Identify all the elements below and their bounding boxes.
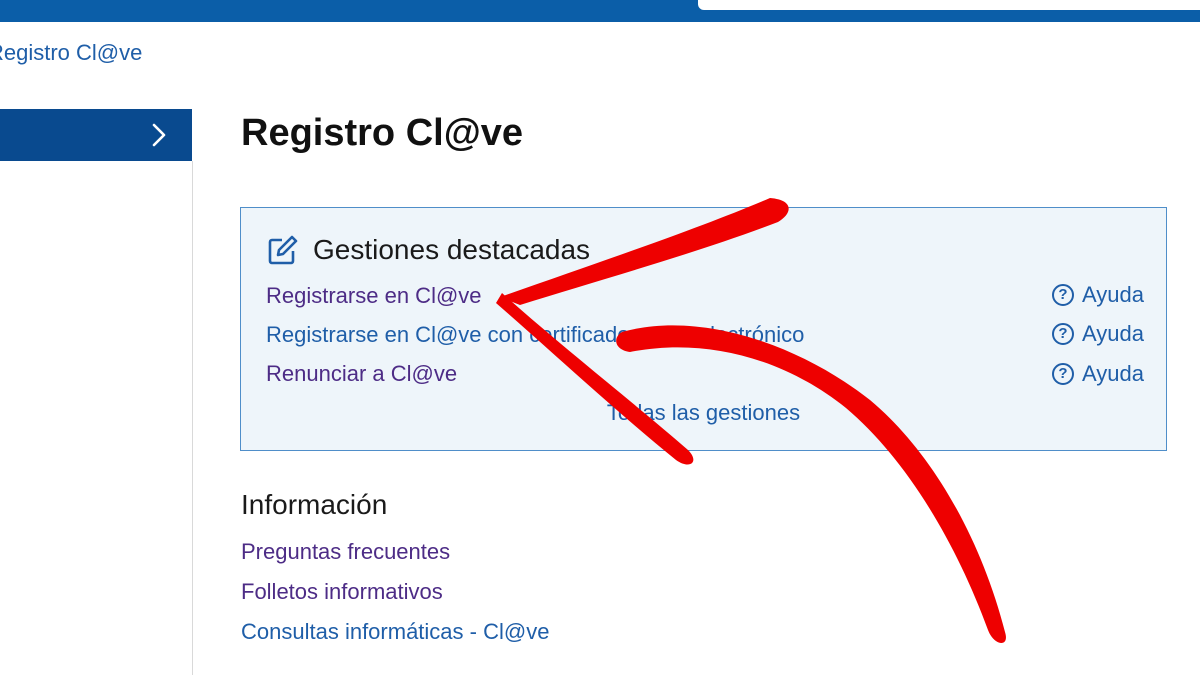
featured-procedures-box: Gestiones destacadas Registrarse en Cl@v… (240, 207, 1167, 451)
help-button-register[interactable]: ? Ayuda (1052, 282, 1144, 308)
register-clave-certificate-link[interactable]: Registrarse en Cl@ve con certificado o D… (266, 322, 804, 348)
help-button-renounce[interactable]: ? Ayuda (1052, 361, 1144, 387)
page-title: Registro Cl@ve (241, 112, 524, 154)
sidebar-divider (192, 161, 193, 675)
information-heading: Información (241, 489, 388, 520)
top-header-bar (0, 0, 1200, 22)
help-button-certificate[interactable]: ? Ayuda (1052, 321, 1144, 347)
help-icon: ? (1052, 284, 1075, 306)
header-search-area[interactable] (698, 0, 1200, 10)
sidebar-active-item[interactable] (0, 109, 192, 161)
faq-link[interactable]: Preguntas frecuentes (241, 539, 450, 565)
breadcrumb-current[interactable]: Registro Cl@ve (0, 40, 142, 66)
brochures-link[interactable]: Folletos informativos (241, 579, 443, 605)
edit-icon (268, 235, 298, 265)
help-icon: ? (1052, 323, 1075, 345)
featured-title: Gestiones destacadas (313, 234, 591, 265)
chevron-right-icon (152, 123, 166, 147)
all-procedures-link[interactable]: Todas las gestiones (241, 400, 1166, 426)
tech-support-link[interactable]: Consultas informáticas - Cl@ve (241, 619, 549, 645)
featured-header: Gestiones destacadas (267, 234, 590, 266)
register-clave-link[interactable]: Registrarse en Cl@ve (266, 283, 482, 309)
help-label: Ayuda (1082, 361, 1144, 386)
help-icon: ? (1052, 363, 1075, 385)
help-label: Ayuda (1082, 321, 1144, 346)
renounce-clave-link[interactable]: Renunciar a Cl@ve (266, 361, 457, 387)
help-label: Ayuda (1082, 282, 1144, 307)
